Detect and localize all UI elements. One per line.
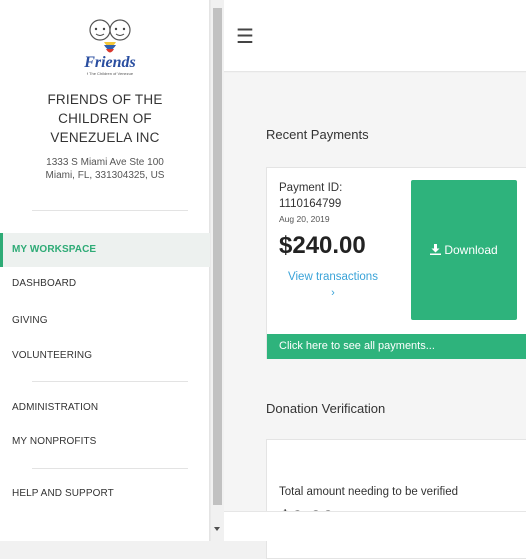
donation-verification-card: Total amount needing to be verified $0.0…: [266, 439, 526, 559]
nav-item-dashboard[interactable]: DASHBOARD: [0, 267, 210, 301]
nav-item-my-workspace[interactable]: MY WORKSPACE: [0, 233, 210, 267]
svg-text:Friends: Friends: [83, 54, 136, 71]
org-address-line1: 1333 S Miami Ave Ste 100: [46, 157, 164, 168]
org-name-line: VENEZUELA INC: [50, 130, 160, 145]
top-bar: ☰: [224, 0, 526, 72]
bottom-bar: [224, 511, 526, 541]
scroll-down-arrow-icon[interactable]: [214, 527, 220, 531]
payment-date: Aug 20, 2019: [279, 214, 330, 224]
org-name: FRIENDS OF THE CHILDREN OF VENEZUELA INC: [0, 90, 210, 147]
nav-item-volunteering[interactable]: VOLUNTEERING: [0, 339, 210, 373]
hamburger-icon[interactable]: ☰: [236, 24, 254, 49]
nav-item-help-and-support[interactable]: HELP AND SUPPORT: [0, 477, 210, 511]
payment-id: 1110164799: [279, 198, 342, 210]
org-name-line: CHILDREN OF: [58, 111, 152, 126]
sidebar: Friends f The Children of Venezue FRIEND…: [0, 0, 210, 541]
svg-text:f The Children of Venezue: f The Children of Venezue: [87, 71, 134, 76]
org-address: 1333 S Miami Ave Ste 100 Miami, FL, 3313…: [0, 156, 210, 182]
view-transactions-link[interactable]: View transactions: [273, 271, 393, 283]
payment-id-label: Payment ID:: [279, 182, 343, 194]
sidebar-scrollbar[interactable]: [210, 0, 224, 541]
divider: [32, 381, 188, 382]
verification-label: Total amount needing to be verified: [279, 486, 459, 498]
scrollbar-thumb[interactable]: [213, 8, 222, 505]
nav-item-administration[interactable]: ADMINISTRATION: [0, 391, 210, 425]
divider: [32, 468, 188, 469]
main-content: Recent Payments Payment ID: 1110164799 A…: [224, 73, 526, 559]
recent-payment-card: Payment ID: 1110164799 Aug 20, 2019 $240…: [266, 167, 526, 359]
org-name-line: FRIENDS OF THE: [47, 92, 163, 107]
divider: [32, 210, 188, 211]
recent-payments-title: Recent Payments: [266, 127, 369, 142]
org-logo: Friends f The Children of Venezue: [74, 14, 146, 76]
donation-verification-title: Donation Verification: [266, 401, 386, 416]
download-label: Download: [444, 243, 498, 257]
nav-item-my-nonprofits[interactable]: MY NONPROFITS: [0, 425, 210, 459]
chevron-right-icon[interactable]: ›: [273, 287, 393, 299]
payment-amount: $240.00: [279, 232, 366, 259]
see-all-payments-link[interactable]: Click here to see all payments...: [267, 334, 526, 359]
download-icon: [430, 180, 442, 320]
download-button[interactable]: Download: [411, 180, 517, 320]
org-address-line2: Miami, FL, 331304325, US: [45, 170, 165, 181]
nav-item-giving[interactable]: GIVING: [0, 304, 210, 338]
